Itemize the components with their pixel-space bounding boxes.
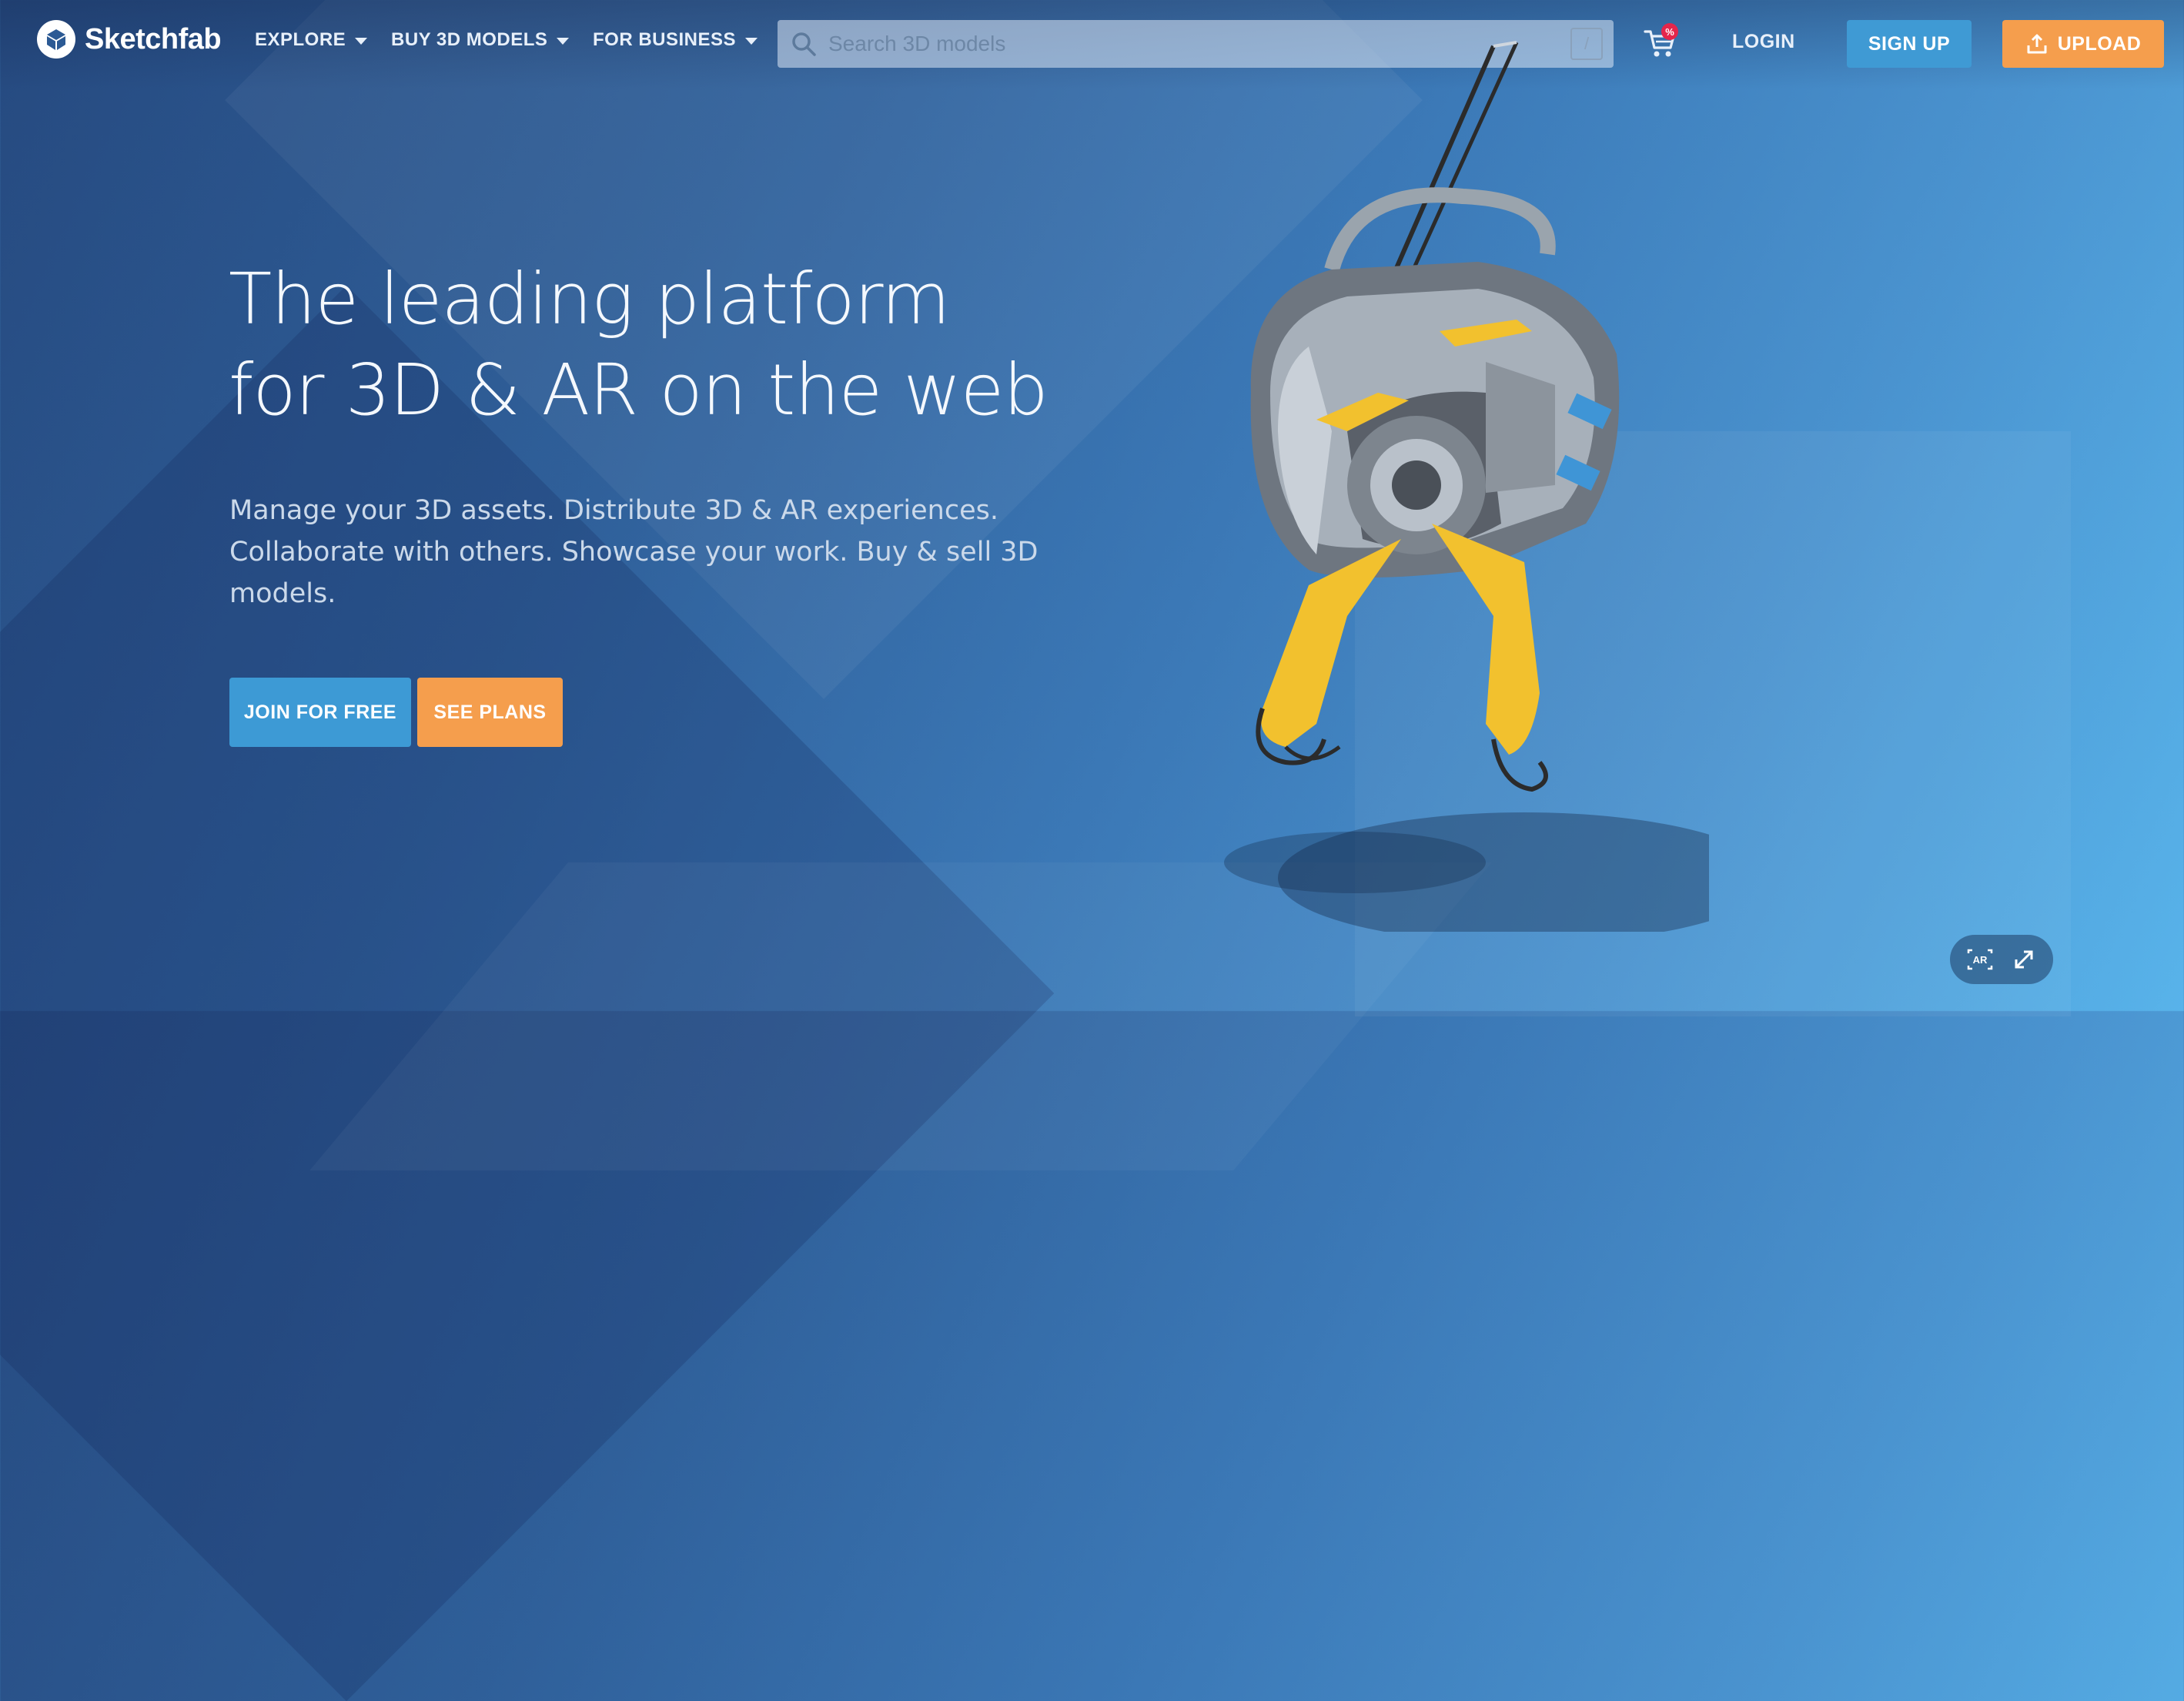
ar-view-button[interactable]: AR: [1963, 943, 1997, 976]
search-icon: [788, 28, 819, 59]
sketchfab-logo[interactable]: Sketchfab: [37, 20, 222, 59]
chevron-down-icon: [745, 38, 758, 45]
top-navigation-bar: Sketchfab EXPLORE BUY 3D MODELS FOR BUSI…: [0, 0, 2184, 89]
chevron-down-icon: [355, 38, 368, 45]
explore-menu[interactable]: EXPLORE: [255, 29, 368, 51]
see-plans-button[interactable]: SEE PLANS: [417, 678, 563, 747]
brand-name: Sketchfab: [85, 22, 222, 55]
hero-headline-line-2: for 3D & AR on the web: [229, 349, 1049, 431]
buy-3d-models-menu[interactable]: BUY 3D MODELS: [391, 29, 570, 51]
ar-icon: AR: [1967, 949, 1992, 970]
upload-icon: [2027, 34, 2047, 54]
hero-headline: The leading platform for 3D & AR on the …: [229, 254, 1152, 436]
viewer-controls: AR: [1950, 935, 2053, 984]
fullscreen-button[interactable]: [2007, 943, 2041, 976]
for-business-menu-label: FOR BUSINESS: [593, 29, 737, 50]
explore-menu-label: EXPLORE: [255, 29, 346, 50]
for-business-menu[interactable]: FOR BUSINESS: [593, 29, 758, 51]
login-link[interactable]: LOGIN: [1732, 31, 1795, 53]
hero-description: Manage your 3D assets. Distribute 3D & A…: [229, 495, 1038, 609]
ar-icon-label: AR: [1972, 954, 1987, 966]
fullscreen-icon: [2015, 950, 2032, 969]
upload-button-label: UPLOAD: [2057, 32, 2142, 55]
buy-3d-models-menu-label: BUY 3D MODELS: [391, 29, 548, 50]
hero-headline-line-1: The leading platform: [229, 258, 951, 340]
robot-3d-model-viewer[interactable]: [1155, 31, 1709, 932]
chevron-down-icon: [557, 38, 570, 45]
sign-up-button[interactable]: SIGN UP: [1847, 20, 1972, 68]
join-for-free-button[interactable]: JOIN FOR FREE: [229, 678, 411, 747]
upload-button[interactable]: UPLOAD: [2002, 20, 2164, 68]
sketchfab-cube-icon: [37, 20, 75, 59]
